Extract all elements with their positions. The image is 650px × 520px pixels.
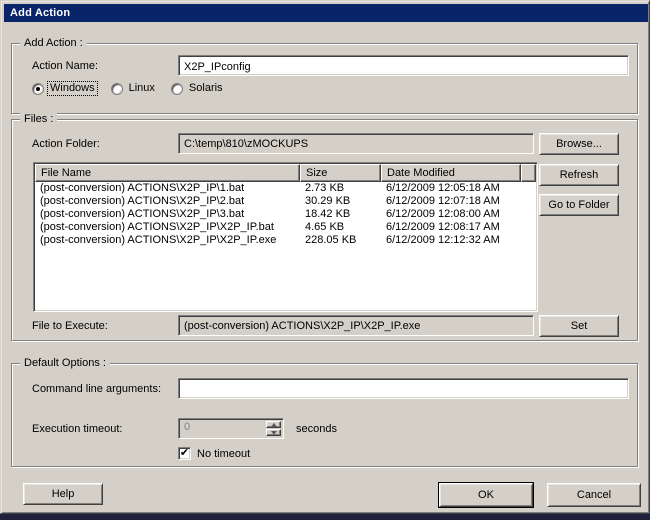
up-arrow-icon [271, 423, 277, 427]
table-cell: 18.42 KB [300, 208, 381, 221]
table-row[interactable]: (post-conversion) ACTIONS\X2P_IP\1.bat2.… [35, 182, 536, 195]
add-action-group-label: Add Action : [20, 37, 87, 50]
radio-solaris[interactable]: Solaris [171, 82, 225, 95]
execution-timeout-spinner: 0 [178, 418, 284, 439]
execution-timeout-value: 0 [179, 419, 266, 438]
spin-buttons [266, 419, 283, 438]
execution-timeout-label: Execution timeout: [32, 421, 123, 437]
table-cell: 6/12/2009 12:07:18 AM [381, 195, 521, 208]
screen: Add Action Add Action : Action Name: Win… [0, 0, 650, 520]
table-cell: 6/12/2009 12:12:32 AM [381, 234, 521, 247]
table-row[interactable]: (post-conversion) ACTIONS\X2P_IP\X2P_IP.… [35, 221, 536, 234]
table-cell: (post-conversion) ACTIONS\X2P_IP\2.bat [35, 195, 300, 208]
default-options-group-label: Default Options : [20, 357, 110, 370]
table-cell: (post-conversion) ACTIONS\X2P_IP\3.bat [35, 208, 300, 221]
add-action-dialog: Add Action Add Action : Action Name: Win… [0, 0, 650, 514]
file-to-execute-field: (post-conversion) ACTIONS\X2P_IP\X2P_IP.… [178, 315, 534, 336]
files-group-label: Files : [20, 113, 57, 126]
spin-up-button [266, 421, 281, 428]
command-line-arguments-input[interactable] [178, 378, 629, 399]
no-timeout-checkrow[interactable]: ✔ No timeout [178, 447, 250, 460]
table-cell: 6/12/2009 12:05:18 AM [381, 182, 521, 195]
refresh-button[interactable]: Refresh [539, 164, 619, 186]
table-cell: (post-conversion) ACTIONS\X2P_IP\X2P_IP.… [35, 234, 300, 247]
no-timeout-checkbox[interactable]: ✔ [178, 447, 191, 460]
column-header-file-name[interactable]: File Name [35, 164, 300, 182]
radio-icon [32, 83, 44, 95]
table-cell: (post-conversion) ACTIONS\X2P_IP\X2P_IP.… [35, 221, 300, 234]
file-to-execute-label: File to Execute: [32, 318, 108, 334]
action-name-label: Action Name: [32, 58, 98, 74]
radio-windows[interactable]: Windows [32, 82, 97, 95]
table-cell: 6/12/2009 12:08:00 AM [381, 208, 521, 221]
bottom-strip [0, 514, 650, 520]
goto-folder-button[interactable]: Go to Folder [539, 194, 619, 216]
title-bar[interactable]: Add Action [4, 4, 648, 22]
table-row[interactable]: (post-conversion) ACTIONS\X2P_IP\X2P_IP.… [35, 234, 536, 247]
table-row[interactable]: (post-conversion) ACTIONS\X2P_IP\2.bat30… [35, 195, 536, 208]
os-radio-group: Windows Linux Solaris [32, 82, 225, 95]
file-list: File NameSizeDate Modified (post-convers… [33, 162, 538, 312]
command-line-arguments-label: Command line arguments: [32, 381, 161, 397]
window-title: Add Action [10, 7, 70, 19]
spin-down-button [266, 429, 281, 436]
browse-button[interactable]: Browse... [539, 133, 619, 155]
table-row[interactable]: (post-conversion) ACTIONS\X2P_IP\3.bat18… [35, 208, 536, 221]
radio-label: Windows [48, 82, 97, 95]
ok-button[interactable]: OK [439, 483, 533, 507]
action-folder-label: Action Folder: [32, 136, 100, 152]
default-options-group: Default Options : Command line arguments… [11, 363, 638, 467]
radio-icon [171, 83, 183, 95]
table-cell: 6/12/2009 12:08:17 AM [381, 221, 521, 234]
column-header-size[interactable]: Size [300, 164, 381, 182]
action-folder-field: C:\temp\810\zMOCKUPS [178, 133, 534, 154]
table-cell: (post-conversion) ACTIONS\X2P_IP\1.bat [35, 182, 300, 195]
set-button[interactable]: Set [539, 315, 619, 337]
radio-icon [111, 83, 123, 95]
file-list-header: File NameSizeDate Modified [35, 164, 536, 182]
table-cell: 30.29 KB [300, 195, 381, 208]
column-header-date-modified[interactable]: Date Modified [381, 164, 521, 182]
table-cell: 4.65 KB [300, 221, 381, 234]
check-icon: ✔ [180, 448, 189, 459]
radio-linux[interactable]: Linux [111, 82, 157, 95]
table-cell: 2.73 KB [300, 182, 381, 195]
table-cell: 228.05 KB [300, 234, 381, 247]
radio-label: Solaris [187, 82, 225, 95]
no-timeout-label: No timeout [197, 448, 250, 460]
add-action-group: Add Action : Action Name: WindowsLinuxSo… [11, 43, 638, 114]
radio-label: Linux [127, 82, 157, 95]
files-group: Files : Action Folder: C:\temp\810\zMOCK… [11, 119, 638, 341]
cancel-button[interactable]: Cancel [547, 483, 641, 507]
file-list-body: (post-conversion) ACTIONS\X2P_IP\1.bat2.… [35, 182, 536, 247]
seconds-label: seconds [296, 421, 337, 437]
column-header-stub[interactable] [521, 164, 536, 182]
down-arrow-icon [271, 431, 277, 435]
action-name-input[interactable] [178, 55, 629, 76]
help-button[interactable]: Help [23, 483, 103, 505]
